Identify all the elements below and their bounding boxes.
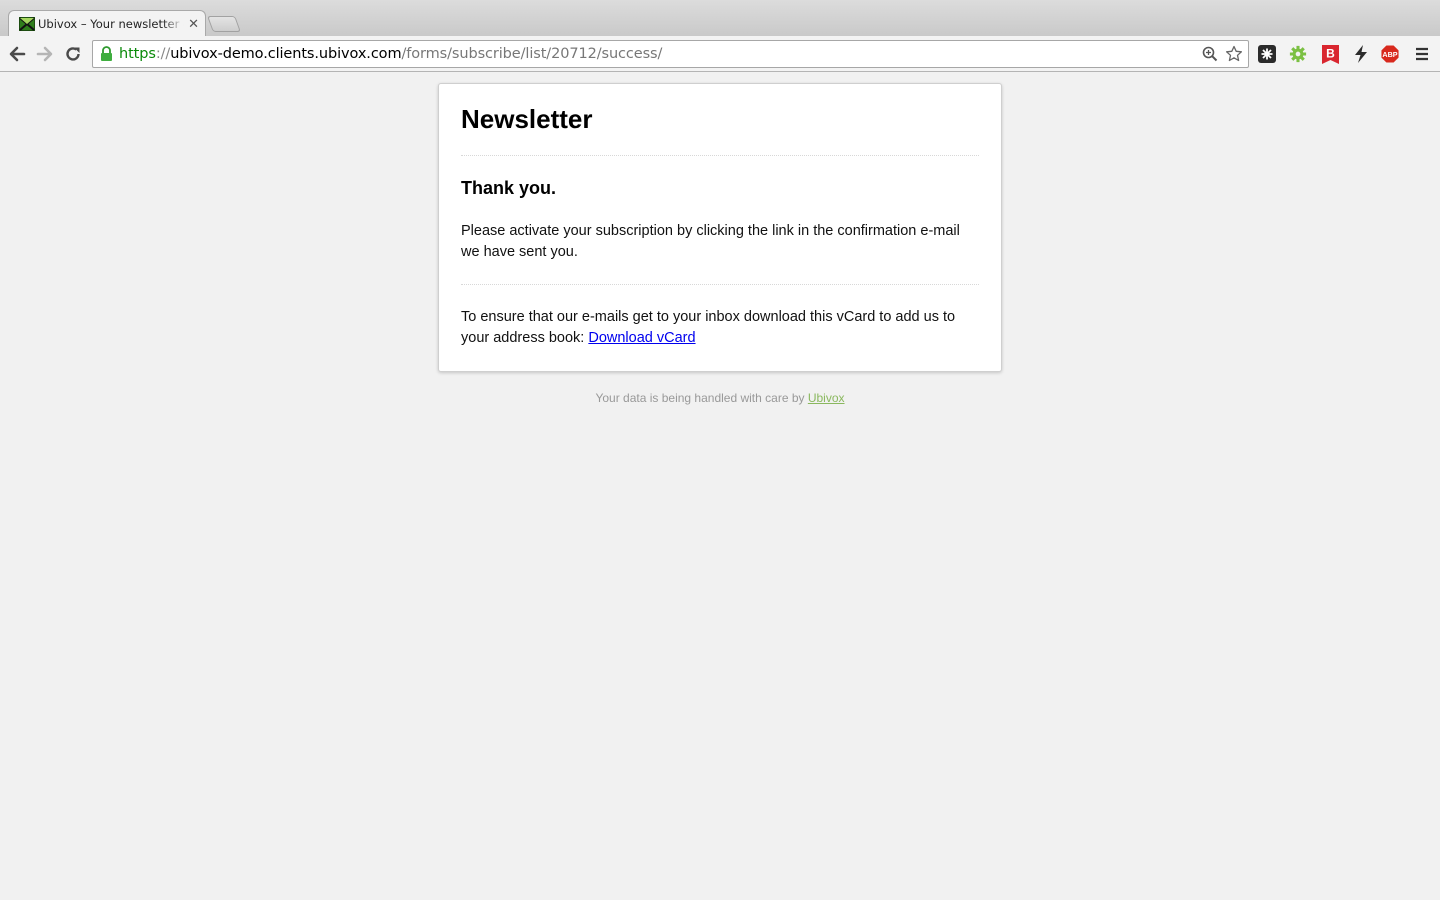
url-path: /forms/subscribe/list/20712/success/ — [401, 46, 663, 62]
address-bar[interactable]: https://ubivox-demo.clients.ubivox.com/f… — [92, 40, 1249, 68]
vcard-paragraph: To ensure that our e-mails get to your i… — [461, 307, 979, 349]
url-host: ubivox-demo.clients.ubivox.com — [170, 46, 402, 62]
grid-extension-icon[interactable] — [1258, 45, 1276, 63]
reload-button[interactable] — [63, 44, 83, 64]
tab-close-icon[interactable]: ✕ — [188, 17, 199, 30]
abp-label: ABP — [1382, 50, 1397, 59]
footer-text: Your data is being handled with care by — [595, 391, 808, 405]
forward-button[interactable] — [35, 44, 55, 64]
url-scheme: https — [119, 46, 156, 62]
download-vcard-link[interactable]: Download vCard — [588, 330, 695, 346]
ubivox-favicon-icon — [19, 16, 35, 31]
tab-title: Ubivox – Your newsletter c — [38, 16, 185, 31]
browser-toolbar: https://ubivox-demo.clients.ubivox.com/f… — [0, 36, 1440, 72]
b-extension-icon[interactable]: B — [1321, 44, 1339, 64]
abp-extension-icon[interactable]: ABP — [1381, 45, 1399, 63]
ubivox-link[interactable]: Ubivox — [808, 391, 845, 405]
forward-arrow-icon — [36, 46, 53, 62]
activation-message: Please activate your subscription by cli… — [461, 223, 960, 260]
browser-tab[interactable]: Ubivox – Your newsletter c ✕ — [8, 10, 206, 36]
menu-icon[interactable] — [1413, 45, 1431, 63]
page-title: Newsletter — [461, 104, 593, 134]
tab-strip: Ubivox – Your newsletter c ✕ — [0, 0, 1440, 36]
lock-icon — [100, 46, 113, 62]
vcard-text: To ensure that our e-mails get to your i… — [461, 309, 956, 346]
back-arrow-icon — [9, 46, 26, 62]
b-extension-label: B — [1326, 46, 1335, 60]
reload-icon — [66, 47, 80, 61]
url-text[interactable]: https://ubivox-demo.clients.ubivox.com/f… — [119, 46, 662, 62]
divider — [461, 155, 979, 156]
footer: Your data is being handled with care by … — [0, 391, 1440, 405]
zoom-icon[interactable] — [1200, 44, 1220, 64]
bolt-extension-icon[interactable] — [1352, 45, 1370, 63]
newsletter-card: Newsletter Thank you. Please activate yo… — [438, 83, 1002, 372]
url-separator: :// — [155, 46, 171, 62]
thank-you-heading: Thank you. — [461, 178, 557, 198]
back-button[interactable] — [7, 44, 27, 64]
divider — [461, 284, 979, 285]
gear-extension-icon[interactable] — [1289, 45, 1307, 63]
bookmark-star-icon[interactable] — [1224, 44, 1244, 64]
new-tab-button[interactable] — [207, 16, 241, 32]
